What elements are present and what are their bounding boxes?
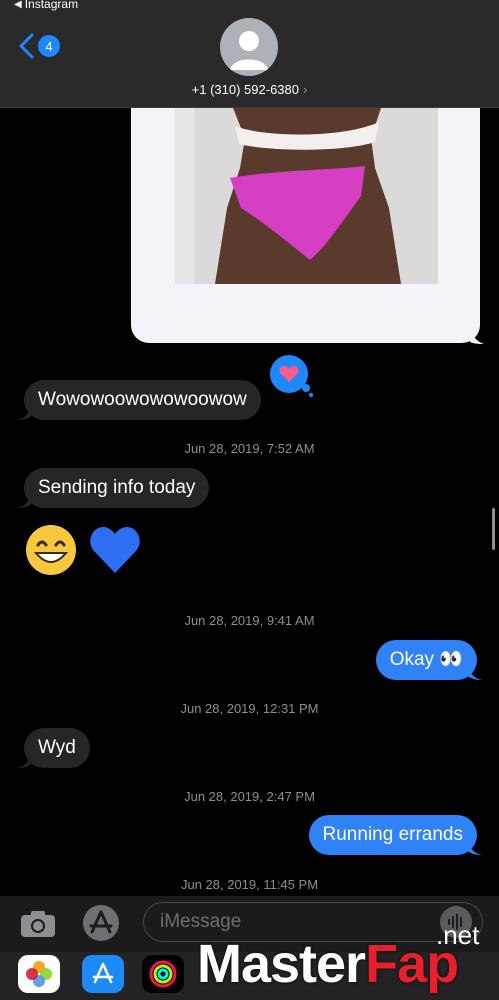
back-button[interactable]: 4 xyxy=(18,33,60,59)
incoming-message[interactable]: Wyd xyxy=(24,728,90,768)
photo-attachment[interactable] xyxy=(175,108,438,284)
emoji-message[interactable] xyxy=(24,523,142,577)
heart-icon xyxy=(279,366,299,382)
bubble-tail xyxy=(17,406,31,420)
activity-icon xyxy=(149,960,177,988)
watermark-net: .net xyxy=(436,920,480,950)
chevron-left-icon xyxy=(19,33,34,59)
bubble-tail xyxy=(468,841,482,855)
photos-app-button[interactable] xyxy=(18,955,60,993)
outgoing-message[interactable]: Okay 👀 xyxy=(375,640,477,680)
app-store-app-button[interactable] xyxy=(82,955,124,993)
app-store-icon xyxy=(92,962,114,984)
message-timestamp: Jun 28, 2019, 11:45 PM xyxy=(180,877,319,892)
camera-icon[interactable] xyxy=(20,910,56,938)
message-timestamp: Jun 28, 2019, 7:52 AM xyxy=(184,441,315,456)
photos-icon xyxy=(26,961,52,987)
person-icon xyxy=(230,31,268,70)
image-bubble-tail xyxy=(470,326,484,344)
reaction-tail-dot xyxy=(309,393,313,397)
scrollbar[interactable] xyxy=(492,508,495,550)
status-back-label: Instagram xyxy=(24,0,79,11)
contact-avatar[interactable] xyxy=(220,18,278,76)
message-timestamp: Jun 28, 2019, 2:47 PM xyxy=(184,789,315,804)
chevron-right-icon: › xyxy=(303,82,308,97)
grinning-face-icon xyxy=(26,525,76,575)
app-store-icon[interactable] xyxy=(80,904,122,942)
incoming-message[interactable]: Sending info today xyxy=(24,468,210,508)
bubble-tail xyxy=(17,494,31,508)
bubble-tail xyxy=(17,754,31,768)
watermark-master: Master xyxy=(197,934,366,994)
reaction-tail-dot xyxy=(302,384,310,392)
activity-app-button[interactable] xyxy=(142,955,184,993)
bubble-tail xyxy=(468,666,482,680)
status-back-to-app[interactable]: ◀ Instagram xyxy=(14,0,78,11)
image-attachment-bubble[interactable] xyxy=(131,108,480,343)
back-triangle-icon: ◀ xyxy=(14,0,22,10)
watermark-logo: MasterFap xyxy=(197,928,459,1000)
message-timestamp: Jun 28, 2019, 12:31 PM xyxy=(180,701,319,716)
contact-name[interactable]: +1 (310) 592-6380 › xyxy=(0,82,499,97)
incoming-message[interactable]: Wowowoowowowoowow xyxy=(24,380,261,420)
unread-count-badge: 4 xyxy=(38,35,60,57)
outgoing-message[interactable]: Running errands xyxy=(308,815,477,855)
message-timestamp: Jun 28, 2019, 9:41 AM xyxy=(184,613,315,628)
contact-phone: +1 (310) 592-6380 xyxy=(191,82,299,97)
blue-heart-icon xyxy=(90,527,140,573)
